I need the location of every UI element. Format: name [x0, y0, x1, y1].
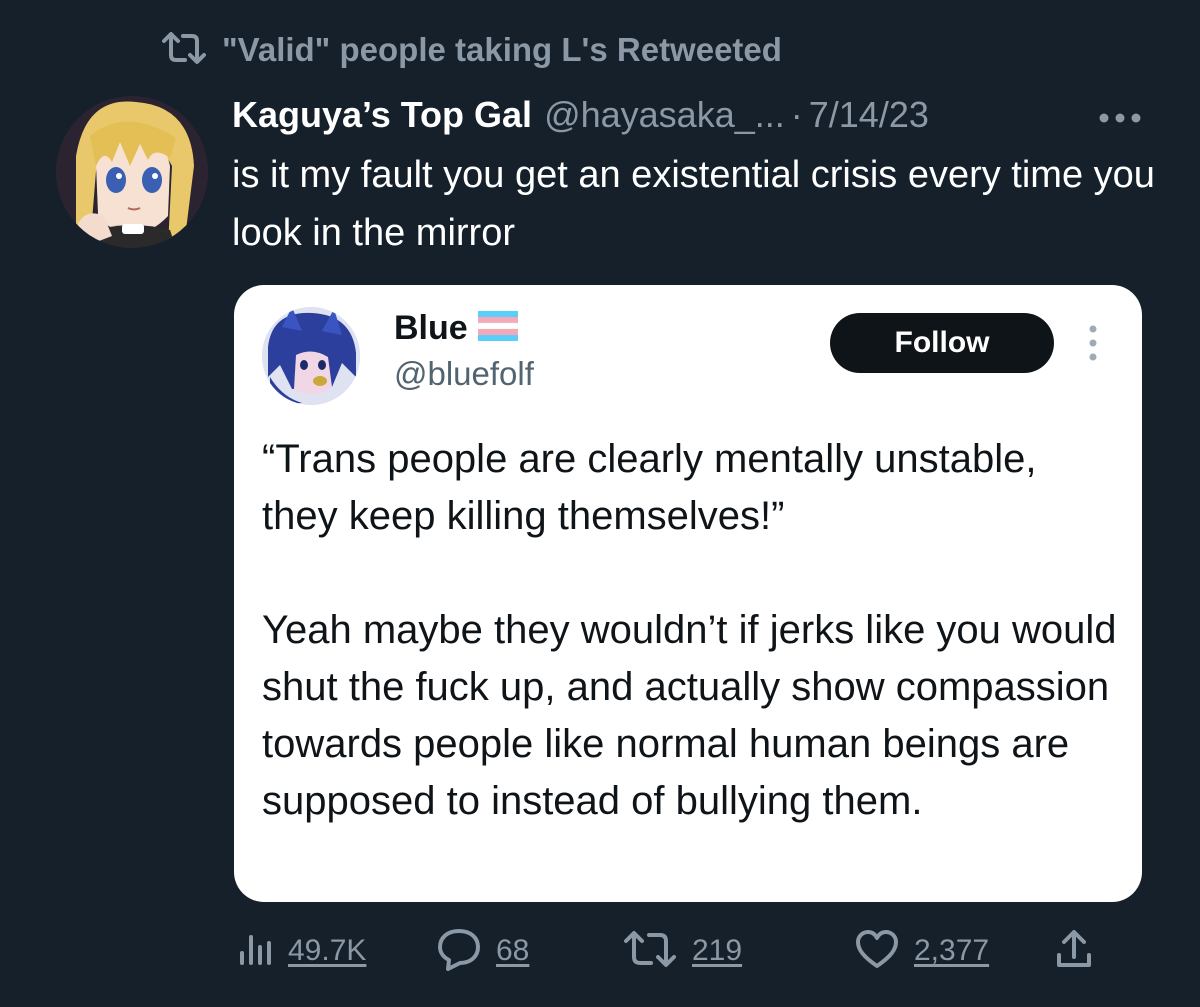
- share-button[interactable]: [1054, 922, 1094, 980]
- views-icon: [234, 929, 274, 974]
- trans-flag-icon: [477, 311, 518, 346]
- heart-icon: [854, 928, 900, 975]
- views-count: 49.7K: [288, 934, 367, 967]
- retweet-header[interactable]: "Valid" people taking L's Retweeted: [160, 26, 782, 74]
- quoted-display-name[interactable]: Blue: [394, 309, 468, 348]
- separator-dot: ·: [790, 94, 803, 135]
- retweet-icon: [160, 31, 208, 70]
- like-count: 2,377: [914, 934, 990, 967]
- quoted-more-icon[interactable]: [1078, 321, 1108, 365]
- reply-button[interactable]: 68: [436, 922, 529, 980]
- avatar[interactable]: [56, 96, 208, 248]
- tweet-date[interactable]: 7/14/23: [809, 94, 929, 136]
- tweet-text: is it my fault you get an existential cr…: [232, 154, 1155, 254]
- retweet-count: 219: [692, 934, 743, 967]
- quoted-tweet-card[interactable]: Blue @bluefolf Follow “Trans people are …: [234, 285, 1142, 902]
- quoted-paragraph-1: “Trans people are clearly mentally unsta…: [262, 437, 1037, 538]
- quoted-paragraph-2: Yeah maybe they wouldn’t if jerks like y…: [262, 608, 1117, 823]
- tweet-header: Kaguya’s Top Gal @hayasaka_... · 7/14/23: [232, 88, 929, 142]
- user-handle[interactable]: @hayasaka_...: [544, 94, 785, 136]
- more-options-icon[interactable]: [1092, 100, 1148, 136]
- retweet-icon: [622, 929, 678, 974]
- like-button[interactable]: 2,377: [854, 922, 989, 980]
- quoted-handle[interactable]: @bluefolf: [394, 355, 534, 393]
- display-name[interactable]: Kaguya’s Top Gal: [232, 94, 532, 136]
- quoted-avatar[interactable]: [262, 307, 360, 405]
- views-button[interactable]: 49.7K: [234, 922, 366, 980]
- follow-button[interactable]: Follow: [830, 313, 1054, 373]
- reply-count: 68: [496, 934, 530, 967]
- quoted-text: “Trans people are clearly mentally unsta…: [262, 431, 1122, 830]
- retweet-label: "Valid" people taking L's Retweeted: [222, 31, 782, 68]
- reply-icon: [436, 927, 482, 976]
- share-icon: [1054, 927, 1094, 976]
- quoted-name-line: Blue: [394, 309, 518, 348]
- retweet-button[interactable]: 219: [622, 922, 742, 980]
- action-bar: 49.7K 68 219 2,377: [234, 922, 1114, 980]
